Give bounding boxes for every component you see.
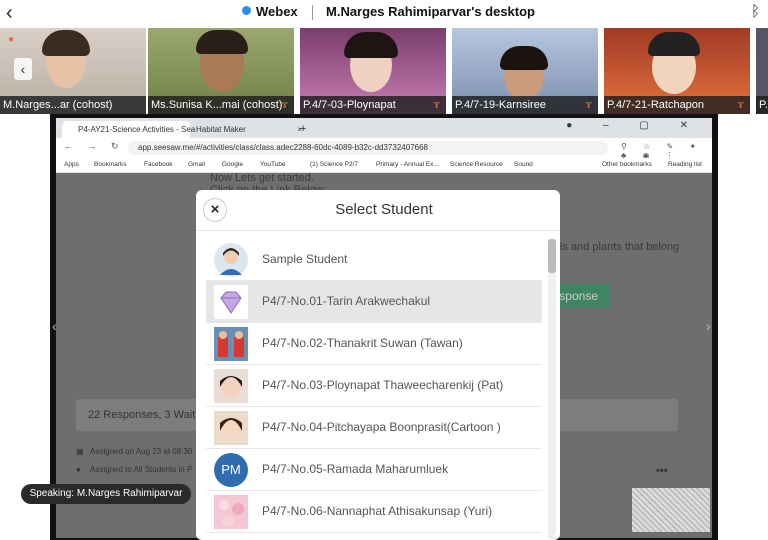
- student-name: Sample Student: [262, 252, 348, 266]
- student-name: P4/7-No.06-Nannaphat Athisakunsap (Yuri): [262, 504, 493, 518]
- photo-avatar-icon: [214, 327, 248, 361]
- more-options-icon[interactable]: •••: [656, 465, 668, 477]
- participant-label: M.Narges...ar (cohost): [0, 96, 146, 114]
- participant-label: Ms.Sunisa K...mai (cohost): [148, 96, 294, 114]
- mic-off-icon: ɤ: [737, 99, 744, 111]
- participant-strip: M.Narges...ar (cohost) ● ‹ Ms.Sunisa K..…: [0, 28, 768, 114]
- mic-off-icon: ɤ: [585, 99, 592, 111]
- self-view-thumbnail[interactable]: [632, 488, 710, 532]
- mic-off-icon: ɤ: [281, 99, 288, 111]
- participant-hair: [196, 30, 248, 54]
- divider: [312, 5, 313, 20]
- url-bar[interactable]: app.seesaw.me/#/activities/class/class.a…: [128, 141, 608, 155]
- modal-header: Select Student ×: [196, 190, 560, 231]
- participant-hair: [648, 32, 700, 56]
- bluetooth-icon: ᛒ: [750, 3, 760, 20]
- bookmark-item[interactable]: Science Resource: [450, 161, 503, 168]
- student-row[interactable]: P4/7-No.03-Ploynapat Thaweecharenkij (Pa…: [206, 365, 542, 407]
- back-chevron-icon[interactable]: ‹: [6, 2, 13, 25]
- select-student-modal: Select Student × Sample Student P4/7-No.…: [196, 190, 560, 540]
- participant-hair: [42, 30, 90, 56]
- student-row[interactable]: Sample Student: [206, 239, 542, 281]
- bookmark-item[interactable]: Google: [222, 161, 243, 168]
- bookmark-item[interactable]: Primary - Annual Ex...: [376, 161, 439, 168]
- bookmark-item[interactable]: YouTube: [260, 161, 286, 168]
- student-row[interactable]: P4/7-No.01-Tarin Arakwechakul: [206, 281, 542, 323]
- student-name: P4/7-No.04-Pitchayapa Boonprasit(Cartoon…: [262, 420, 501, 434]
- calendar-icon: ▦: [76, 447, 84, 456]
- speaking-indicator: Speaking: M.Narges Rahimiparvar: [21, 484, 191, 504]
- student-row[interactable]: P4/7-No.04-Pitchayapa Boonprasit(Cartoon…: [206, 407, 542, 449]
- initials-avatar-icon: PM: [214, 453, 248, 487]
- participant-label: P.: [756, 96, 768, 114]
- window-controls[interactable]: ● – ▢ ✕: [566, 120, 702, 131]
- bookmarks-bar: Apps Bookmarks Facebook Gmail Google You…: [56, 158, 712, 173]
- participant-hair: [500, 46, 548, 70]
- chevron-left-icon[interactable]: ‹: [52, 318, 57, 334]
- student-list: Sample Student P4/7-No.01-Tarin Arakwech…: [206, 239, 542, 539]
- webex-app-name: Webex: [256, 4, 298, 19]
- bookmark-item[interactable]: (1) Science P2/7: [310, 161, 358, 168]
- student-row[interactable]: PM P4/7-No.05-Ramada Maharumluek: [206, 449, 542, 491]
- mic-off-icon: ɤ: [433, 99, 440, 111]
- bookmark-item[interactable]: Facebook: [144, 161, 173, 168]
- photo-avatar-icon: [214, 369, 248, 403]
- participant-hair: [344, 32, 398, 58]
- student-name: P4/7-No.03-Ploynapat Thaweecharenkij (Pa…: [262, 378, 504, 392]
- person-avatar-icon: [214, 243, 248, 277]
- tab-science-activities[interactable]: P4-AY21-Science Activities - Sea: [62, 121, 195, 138]
- student-row[interactable]: P4/7-No.06-Nannaphat Athisakunsap (Yuri): [206, 491, 542, 533]
- instruction-text: Now Lets get started.: [210, 172, 314, 184]
- participant-tile[interactable]: P.: [756, 28, 768, 114]
- participant-tile[interactable]: P.4/7-21-Ratchapon ɤ: [604, 28, 750, 114]
- modal-scrollbar[interactable]: [548, 239, 556, 539]
- student-name: P4/7-No.05-Ramada Maharumluek: [262, 462, 449, 476]
- photo-avatar-icon: [214, 411, 248, 445]
- bookmark-item[interactable]: Apps: [64, 161, 79, 168]
- bookmark-item[interactable]: Other bookmarks: [602, 161, 652, 168]
- webex-logo-icon: [242, 6, 251, 15]
- diamond-avatar-icon: [214, 285, 248, 319]
- participant-tile[interactable]: P.4/7-19-Karnsiree ɤ: [452, 28, 598, 114]
- bookmark-item[interactable]: Bookmarks: [94, 161, 127, 168]
- strip-left-arrow-icon[interactable]: ‹: [14, 58, 32, 80]
- mic-off-icon: ●: [8, 34, 15, 45]
- address-toolbar: ← → ↻ ⌂ app.seesaw.me/#/activities/class…: [56, 138, 712, 160]
- avatar-initials: PM: [214, 453, 248, 487]
- browser-tab-bar: P4-AY21-Science Activities - Sea Habitat…: [56, 118, 712, 138]
- student-row[interactable]: P4/7-No.02-Thanakrit Suwan (Tawan): [206, 323, 542, 365]
- new-tab-button[interactable]: +: [296, 121, 314, 138]
- webex-top-bar: ‹ Webex M.Narges Rahimiparvar's desktop …: [0, 0, 768, 26]
- tab-label: P4-AY21-Science Activities - Sea: [78, 125, 196, 134]
- close-icon[interactable]: ×: [203, 198, 227, 222]
- tab-habitat-maker[interactable]: Habitat Maker ×: [180, 121, 308, 138]
- student-name: P4/7-No.01-Tarin Arakwechakul: [262, 294, 431, 308]
- participant-label: P.4/7-03-Ploynapat: [300, 96, 446, 114]
- chevron-right-icon[interactable]: ›: [706, 318, 711, 334]
- participant-tile[interactable]: Ms.Sunisa K...mai (cohost) ɤ: [148, 28, 294, 114]
- participant-label: P.4/7-19-Karnsiree: [452, 96, 598, 114]
- scrollbar-thumb[interactable]: [548, 239, 556, 273]
- shared-desktop-title: M.Narges Rahimiparvar's desktop: [326, 4, 535, 19]
- blossom-avatar-icon: [214, 495, 248, 529]
- bookmark-item[interactable]: Reading list: [668, 161, 702, 168]
- responses-count: 22 Responses, 3 Waiting: [88, 409, 210, 421]
- assigned-date: Assigned on Aug 23 at 08:30: [90, 447, 193, 456]
- modal-title: Select Student: [335, 201, 433, 218]
- webex-app-label: Webex: [242, 4, 298, 19]
- bookmark-item[interactable]: Gmail: [188, 161, 205, 168]
- tab-label: Habitat Maker: [196, 125, 246, 134]
- instruction-text: ls and plants that belong: [560, 241, 680, 253]
- participant-label: P.4/7-21-Ratchapon: [604, 96, 750, 114]
- group-icon: ●: [76, 465, 81, 474]
- student-name: P4/7-No.02-Thanakrit Suwan (Tawan): [262, 336, 463, 350]
- participant-tile[interactable]: P.4/7-03-Ploynapat ɤ: [300, 28, 446, 114]
- bookmark-item[interactable]: Sound: [514, 161, 533, 168]
- assigned-to: Assigned to All Students in P: [90, 465, 193, 474]
